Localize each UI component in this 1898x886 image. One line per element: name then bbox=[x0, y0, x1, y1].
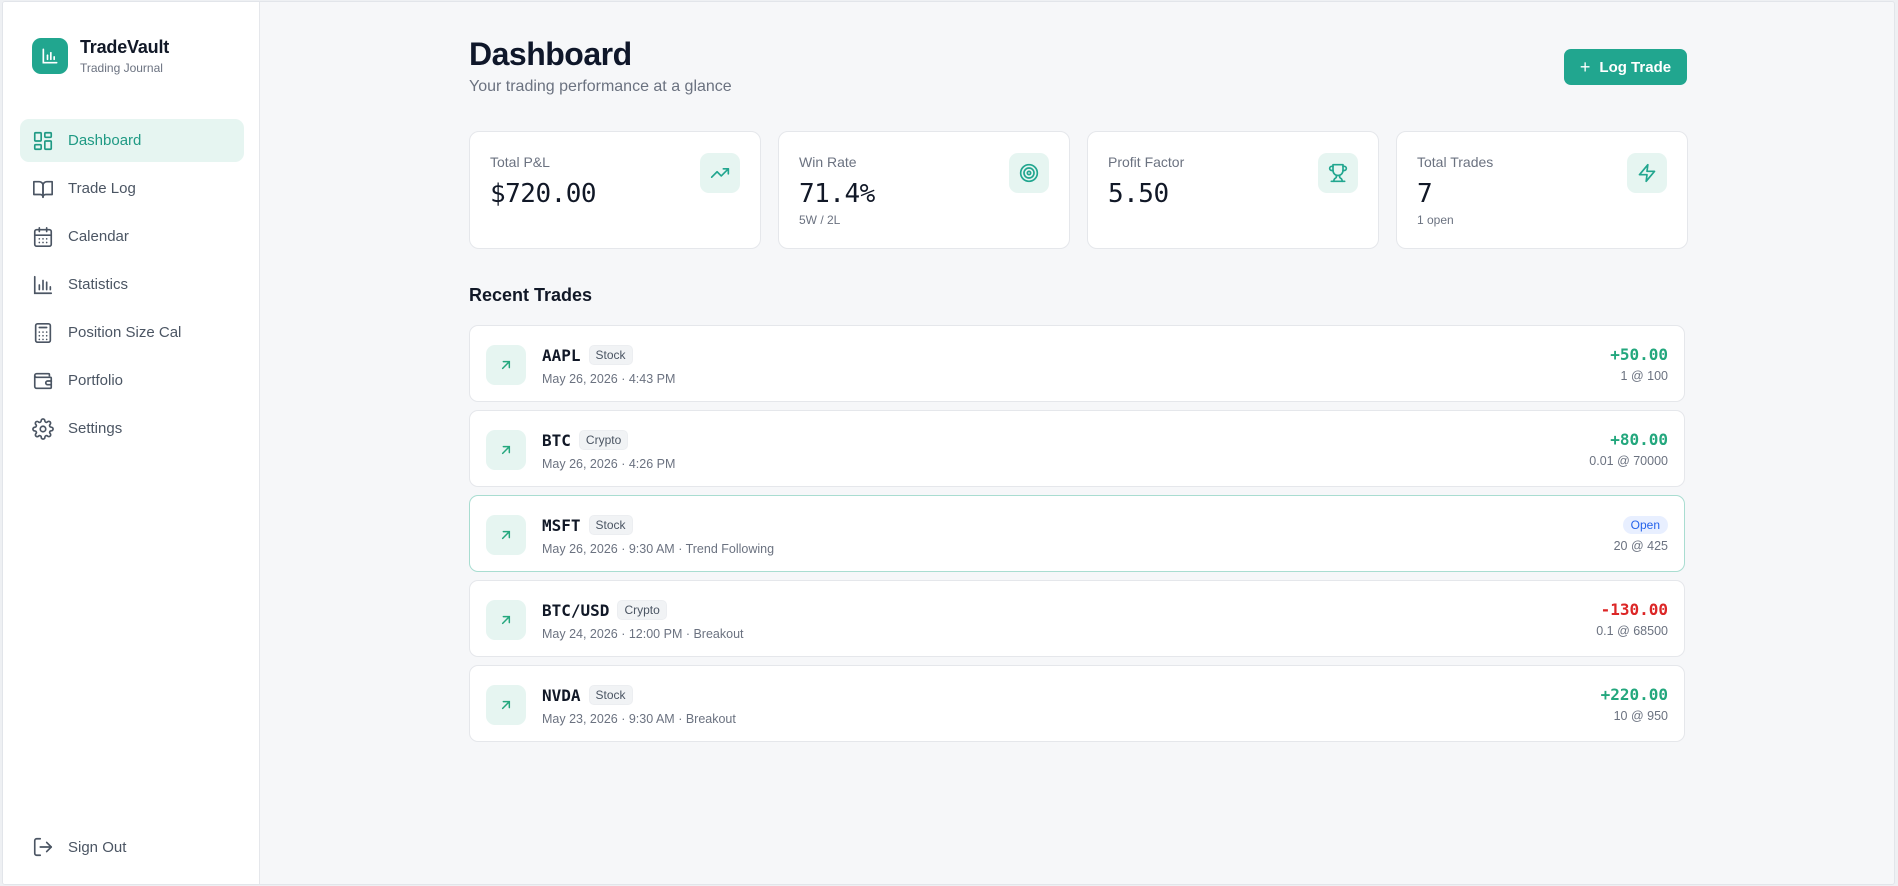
trade-row[interactable]: BTC Crypto May 26, 2026 · 4:26 PM +80.00… bbox=[469, 410, 1685, 487]
stat-value: 5.50 bbox=[1108, 179, 1169, 209]
sidebar-item-label: Position Size Cal bbox=[68, 324, 182, 341]
trending-up-icon bbox=[700, 153, 740, 193]
calculator-icon bbox=[32, 322, 54, 344]
logout-icon bbox=[32, 836, 54, 858]
trade-row[interactable]: AAPL Stock May 26, 2026 · 4:43 PM +50.00… bbox=[469, 325, 1685, 402]
sidebar-item-label: Trade Log bbox=[68, 180, 136, 197]
stat-card-total-trades: Total Trades 7 1 open bbox=[1396, 131, 1688, 249]
brand-subtitle: Trading Journal bbox=[80, 61, 163, 75]
main-content: Dashboard Your trading performance at a … bbox=[260, 2, 1894, 884]
stat-value: 71.4% bbox=[799, 179, 875, 209]
brand: TradeVault Trading Journal bbox=[32, 37, 169, 75]
wallet-icon bbox=[32, 370, 54, 392]
trade-row[interactable]: BTC/USD Crypto May 24, 2026 · 12:00 PM ·… bbox=[469, 580, 1685, 657]
stat-card-profit-factor: Profit Factor 5.50 bbox=[1087, 131, 1379, 249]
trade-pnl: +220.00 bbox=[1600, 685, 1668, 704]
stat-sub: 1 open bbox=[1417, 213, 1454, 227]
trade-meta: May 26, 2026 · 9:30 AM · Trend Following bbox=[542, 542, 775, 556]
sidebar-item-trade-log[interactable]: Trade Log bbox=[20, 167, 244, 210]
app-window: TradeVault Trading Journal Dashboard Tra… bbox=[2, 1, 1895, 885]
arrow-up-right-icon bbox=[486, 345, 526, 385]
trade-symbol: AAPL bbox=[542, 345, 581, 365]
page-title: Dashboard bbox=[469, 36, 632, 72]
sidebar-item-settings[interactable]: Settings bbox=[20, 407, 244, 450]
open-status-badge: Open bbox=[1622, 516, 1668, 534]
trade-symbol: MSFT bbox=[542, 515, 581, 535]
sidebar-item-portfolio[interactable]: Portfolio bbox=[20, 359, 244, 402]
bar-chart-icon bbox=[32, 274, 54, 296]
trade-qty: 0.01 @ 70000 bbox=[1589, 454, 1668, 468]
trade-qty: 1 @ 100 bbox=[1620, 369, 1668, 383]
sidebar-item-label: Dashboard bbox=[68, 132, 142, 149]
trade-symbol: BTC bbox=[542, 430, 571, 450]
stat-label: Total P&L bbox=[490, 154, 550, 170]
trophy-icon bbox=[1318, 153, 1358, 193]
sidebar-item-statistics[interactable]: Statistics bbox=[20, 263, 244, 306]
trade-qty: 0.1 @ 68500 bbox=[1596, 624, 1668, 638]
stat-value: 7 bbox=[1417, 179, 1433, 209]
sidebar-item-label: Portfolio bbox=[68, 372, 124, 389]
gear-icon bbox=[32, 417, 54, 440]
stat-card-win-rate: Win Rate 71.4% 5W / 2L bbox=[778, 131, 1070, 249]
arrow-up-right-icon bbox=[486, 600, 526, 640]
trade-pnl: -130.00 bbox=[1600, 600, 1668, 619]
brand-name: TradeVault bbox=[80, 37, 170, 57]
stat-card-total-pnl: Total P&L $720.00 bbox=[469, 131, 761, 249]
arrow-up-right-icon bbox=[486, 685, 526, 725]
trade-type-badge: Stock bbox=[588, 685, 633, 705]
trade-row[interactable]: MSFT Stock May 26, 2026 · 9:30 AM · Tren… bbox=[469, 495, 1685, 572]
trade-meta: May 26, 2026 · 4:26 PM bbox=[542, 457, 676, 471]
stat-label: Total Trades bbox=[1417, 154, 1494, 170]
arrow-up-right-icon bbox=[486, 430, 526, 470]
stats-row: Total P&L $720.00 Win Rate 71.4% 5W / 2L bbox=[469, 131, 1688, 249]
lightning-icon bbox=[1627, 153, 1667, 193]
trade-qty: 10 @ 950 bbox=[1613, 709, 1668, 723]
sidebar-item-label: Settings bbox=[68, 420, 123, 437]
sidebar-item-dashboard[interactable]: Dashboard bbox=[20, 119, 244, 162]
sidebar: TradeVault Trading Journal Dashboard Tra… bbox=[3, 2, 260, 884]
calendar-icon bbox=[32, 226, 54, 248]
sign-out-label: Sign Out bbox=[68, 838, 127, 856]
stat-label: Win Rate bbox=[799, 154, 857, 170]
target-icon bbox=[1009, 153, 1049, 193]
log-trade-label: Log Trade bbox=[1599, 58, 1672, 76]
sidebar-item-label: Statistics bbox=[68, 276, 129, 293]
sidebar-nav: Dashboard Trade Log Calendar Statistics … bbox=[20, 119, 244, 455]
trade-type-badge: Crypto bbox=[617, 600, 667, 620]
sidebar-item-calendar[interactable]: Calendar bbox=[20, 215, 244, 258]
trade-meta: May 26, 2026 · 4:43 PM bbox=[542, 372, 676, 386]
trade-pnl: +50.00 bbox=[1610, 345, 1668, 364]
log-trade-button[interactable]: + Log Trade bbox=[1564, 49, 1687, 85]
trade-qty: 20 @ 425 bbox=[1613, 539, 1668, 553]
stat-sub: 5W / 2L bbox=[799, 213, 841, 227]
sign-out-button[interactable]: Sign Out bbox=[32, 836, 126, 858]
trade-pnl: +80.00 bbox=[1610, 430, 1668, 449]
trade-row[interactable]: NVDA Stock May 23, 2026 · 9:30 AM · Brea… bbox=[469, 665, 1685, 742]
trade-type-badge: Crypto bbox=[578, 430, 629, 450]
recent-trades-title: Recent Trades bbox=[469, 285, 593, 305]
page-subtitle: Your trading performance at a glance bbox=[469, 78, 732, 95]
stat-label: Profit Factor bbox=[1108, 154, 1185, 170]
chart-logo-icon bbox=[32, 38, 68, 74]
arrow-up-right-icon bbox=[486, 515, 526, 555]
trade-symbol: BTC/USD bbox=[542, 600, 610, 620]
dashboard-icon bbox=[32, 130, 54, 152]
trade-type-badge: Stock bbox=[588, 345, 633, 365]
stat-value: $720.00 bbox=[490, 179, 597, 209]
sidebar-item-label: Calendar bbox=[68, 228, 129, 245]
trade-type-badge: Stock bbox=[588, 515, 633, 535]
plus-icon: + bbox=[1579, 57, 1591, 77]
sidebar-item-position-size-cal[interactable]: Position Size Cal bbox=[20, 311, 244, 354]
book-icon bbox=[32, 178, 54, 200]
trade-meta: May 23, 2026 · 9:30 AM · Breakout bbox=[542, 712, 736, 726]
recent-trades-list: AAPL Stock May 26, 2026 · 4:43 PM +50.00… bbox=[469, 325, 1685, 750]
trade-meta: May 24, 2026 · 12:00 PM · Breakout bbox=[542, 627, 744, 641]
trade-symbol: NVDA bbox=[542, 685, 581, 705]
